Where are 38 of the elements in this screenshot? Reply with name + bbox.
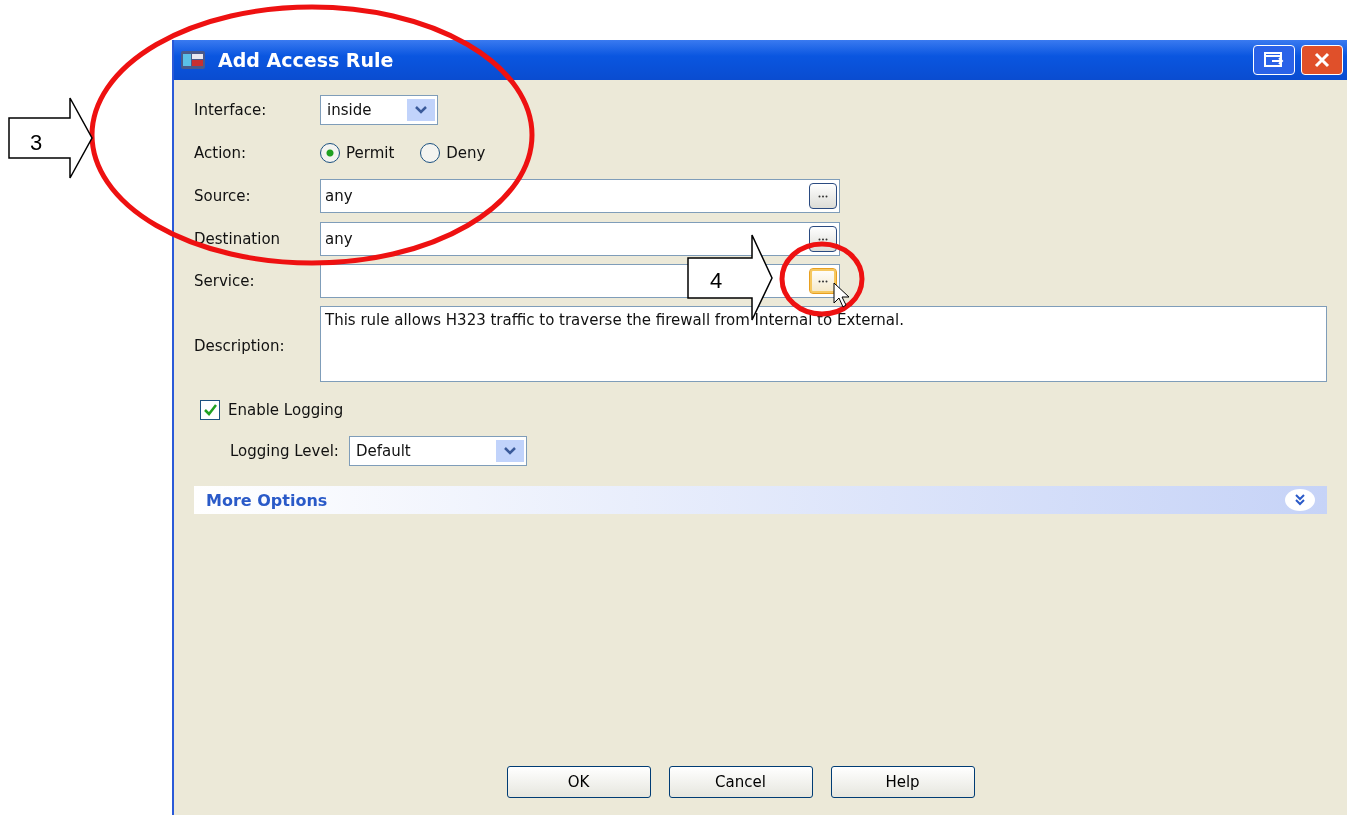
ellipsis-icon bbox=[818, 279, 828, 283]
ellipsis-icon bbox=[818, 237, 828, 241]
radio-label: Deny bbox=[446, 144, 486, 162]
dialog-button[interactable]: Cancel bbox=[668, 766, 813, 798]
dialog-button[interactable]: Help bbox=[830, 766, 975, 798]
field-label: Logging Level: bbox=[230, 442, 339, 460]
field-label: Interface: bbox=[194, 101, 268, 119]
callout-number: 4 bbox=[709, 268, 723, 293]
radio-option[interactable]: Deny bbox=[420, 143, 486, 163]
section-title: More Options bbox=[206, 490, 328, 510]
browse-button[interactable] bbox=[809, 183, 837, 209]
close-icon bbox=[1313, 51, 1331, 69]
interface-dropdown[interactable]: inside bbox=[320, 95, 438, 125]
app-icon bbox=[180, 49, 206, 71]
window-title: Add Access Rule bbox=[218, 49, 394, 71]
radio-button[interactable] bbox=[420, 143, 441, 163]
restore-icon bbox=[1264, 52, 1284, 68]
field-label: Service: bbox=[194, 272, 256, 290]
callout-number: 3 bbox=[29, 130, 43, 155]
checkbox[interactable] bbox=[200, 400, 220, 420]
field-label: Source: bbox=[194, 187, 252, 205]
browse-button[interactable] bbox=[809, 268, 837, 294]
dialog-button[interactable]: OK bbox=[506, 766, 651, 798]
logging-level-dropdown[interactable]: Default bbox=[348, 436, 527, 466]
field-label: Destination bbox=[194, 230, 282, 248]
text-field[interactable]: any bbox=[320, 179, 840, 213]
radio-option[interactable]: Permit bbox=[320, 143, 395, 163]
text-field[interactable]: any bbox=[320, 222, 840, 256]
more-options-bar[interactable]: More Options bbox=[194, 486, 1327, 514]
field-label: Action: bbox=[194, 144, 248, 162]
close-button[interactable] bbox=[1301, 45, 1343, 75]
checkbox-label: Enable Logging bbox=[228, 401, 344, 419]
ellipsis-icon bbox=[818, 194, 828, 198]
field-label: Description: bbox=[194, 337, 286, 355]
restore-button[interactable] bbox=[1253, 45, 1295, 75]
radio-label: Permit bbox=[346, 144, 395, 162]
radio-button[interactable] bbox=[320, 143, 340, 163]
cursor-icon bbox=[833, 282, 850, 308]
